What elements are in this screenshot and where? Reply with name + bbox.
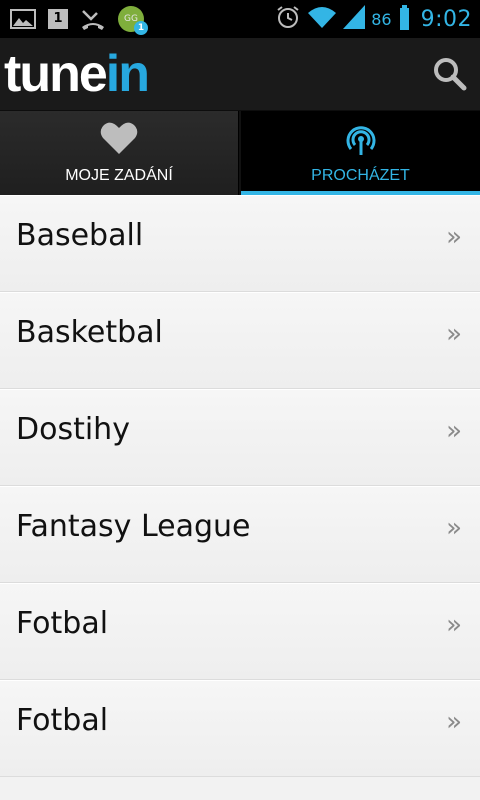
tunein-logo: tunein [4,44,150,104]
list-item-fantasy-league[interactable]: Fantasy League » [0,486,480,583]
chevron-right-icon: » [446,319,462,349]
search-button[interactable] [430,54,470,94]
calendar-icon: 1 [48,9,68,29]
app-bar: tunein [0,38,480,111]
battery-level: 86 [371,9,392,29]
list-item-fotbal[interactable]: Fotbal » [0,583,480,680]
list-item-label: Fantasy League [16,509,251,544]
search-icon [434,58,467,91]
chevron-right-icon: » [446,610,462,640]
tab-favorites[interactable]: MOJE ZADÁNÍ [0,111,239,195]
status-bar: 1 GG 1 86 9:02 [0,0,480,38]
list-item-label: Baseball [16,218,144,253]
notification-icons: 1 GG 1 [10,6,148,35]
alarm-icon [275,4,301,34]
tab-bar: MOJE ZADÁNÍ PROCHÁZET [0,111,480,195]
gallery-icon [10,9,36,29]
missed-call-icon [80,7,106,31]
list-item-basketbal[interactable]: Basketbal » [0,292,480,389]
category-list: Baseball » Basketbal » Dostihy » Fantasy… [0,195,480,777]
tab-browse[interactable]: PROCHÁZET [241,111,480,195]
battery-icon [399,5,409,30]
notification-badge: 1 [134,21,148,35]
tab-favorites-label: MOJE ZADÁNÍ [65,167,173,184]
list-item-label: Fotbal [16,606,109,641]
list-item-label: Basketbal [16,315,163,350]
list-item-baseball[interactable]: Baseball » [0,195,480,292]
broadcast-icon [341,121,381,165]
chevron-right-icon: » [446,416,462,446]
system-icons: 86 9:02 [275,4,472,34]
chevron-right-icon: » [446,513,462,543]
clock: 9:02 [420,6,472,32]
wifi-icon [307,5,337,33]
chevron-right-icon: » [446,222,462,252]
signal-icon [343,5,366,33]
heart-icon [100,121,138,159]
google-voice-icon: GG 1 [118,6,148,35]
tab-browse-label: PROCHÁZET [311,167,410,184]
logo-text-tune: tune [4,45,108,103]
list-item-dostihy[interactable]: Dostihy » [0,389,480,486]
logo-text-in: in [105,45,150,103]
list-item-label: Dostihy [16,412,130,447]
list-item-label: Fotbal [16,703,109,738]
list-item-fotbal-2[interactable]: Fotbal » [0,680,480,777]
chevron-right-icon: » [446,707,462,737]
